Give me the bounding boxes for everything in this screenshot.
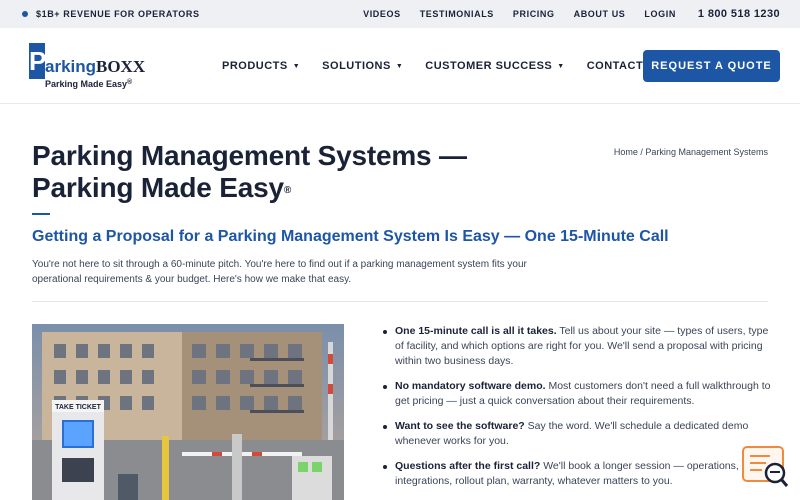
list-item: Want to see the software? Say the word. … <box>383 419 773 449</box>
logo-tagline: Parking Made Easy® <box>45 79 132 89</box>
chevron-down-icon: ▼ <box>292 62 301 70</box>
list-item: One 15-minute call is all it takes. Tell… <box>383 324 773 369</box>
revenue-banner: $1B+ REVENUE FOR OPERATORS <box>22 0 200 28</box>
chat-search-icon <box>742 446 789 487</box>
request-quote-button[interactable]: REQUEST A QUOTE <box>643 50 780 82</box>
kiosk-sign-text: TAKE TICKET <box>55 404 101 411</box>
parking-kiosk-illustration: TAKE TICKET <box>32 324 344 500</box>
main-nav: PRODUCTS ▼ SOLUTIONS ▼ CUSTOMER SUCCESS ▼ C… <box>222 28 665 104</box>
nav-item-label: CONTACT <box>586 60 644 72</box>
logo-p-mark: P <box>29 43 46 79</box>
chevron-down-icon: ▼ <box>395 62 404 70</box>
page-title: Parking Management Systems — Parking Mad… <box>32 140 552 204</box>
breadcrumb[interactable]: Home / Parking Management Systems <box>614 147 768 157</box>
chevron-down-icon: ▼ <box>557 62 565 70</box>
nav-item-contact[interactable]: CONTACT <box>587 60 643 72</box>
bullet-bold: Questions after the first call? <box>395 460 541 472</box>
registered-mark: ® <box>127 79 133 86</box>
nav-item-label: PRODUCTS <box>222 60 288 72</box>
intro-paragraph: You're not here to sit through a 60-minu… <box>32 259 527 285</box>
nav-item-label: SOLUTIONS <box>322 60 391 72</box>
revenue-text: $1B+ REVENUE FOR OPERATORS <box>36 9 200 19</box>
utility-link-pricing[interactable]: PRICING <box>513 9 555 19</box>
dot-icon <box>22 11 28 17</box>
phone-link[interactable]: 1 800 518 1230 <box>698 8 780 20</box>
section-divider <box>32 301 768 302</box>
bullet-bold: No mandatory software demo. <box>395 380 546 392</box>
utility-link-login[interactable]: LOGIN <box>644 9 676 19</box>
list-item: Questions after the first call? We'll bo… <box>383 459 773 489</box>
utility-link-about-us[interactable]: ABOUT US <box>574 9 626 19</box>
nav-item-customer-success[interactable]: CUSTOMER SUCCESS ▼ <box>425 60 564 72</box>
logo-word-parking: arking <box>45 57 97 76</box>
benefits-list: One 15-minute call is all it takes. Tell… <box>383 324 773 499</box>
section-subheading: Getting a Proposal for a Parking Managem… <box>32 228 669 245</box>
nav-item-products[interactable]: PRODUCTS ▼ <box>222 60 300 72</box>
logo-word-boxx: BOXX <box>96 57 146 76</box>
bullet-bold: One 15-minute call is all it takes. <box>395 325 557 337</box>
bullet-bold: Want to see the software? <box>395 420 525 432</box>
utility-link-videos[interactable]: VIDEOS <box>363 9 401 19</box>
page-title-line-1: Parking Management Systems — <box>32 140 467 171</box>
utility-links: VIDEOS TESTIMONIALS PRICING ABOUT US LOG… <box>344 0 780 28</box>
nav-item-solutions[interactable]: SOLUTIONS ▼ <box>322 60 403 72</box>
logo-tagline-text: Parking Made Easy <box>45 79 128 89</box>
title-accent-rule <box>32 213 50 215</box>
parking-kiosk-photo: TAKE TICKET <box>32 324 344 500</box>
top-utility-bar: $1B+ REVENUE FOR OPERATORS VIDEOS TESTIM… <box>0 0 800 28</box>
nav-item-label: CUSTOMER SUCCESS <box>425 60 553 72</box>
help-chat-widget[interactable] <box>742 446 790 490</box>
registered-mark: ® <box>283 185 291 196</box>
page-title-line-2: Parking Made Easy <box>32 172 284 203</box>
utility-link-testimonials[interactable]: TESTIMONIALS <box>420 9 494 19</box>
parkingboxx-logo[interactable]: P arking BOXX Parking Made Easy® <box>29 43 149 91</box>
main-header: P arking BOXX Parking Made Easy® PRODUCT… <box>0 28 800 104</box>
list-item: No mandatory software demo. Most custome… <box>383 379 773 409</box>
